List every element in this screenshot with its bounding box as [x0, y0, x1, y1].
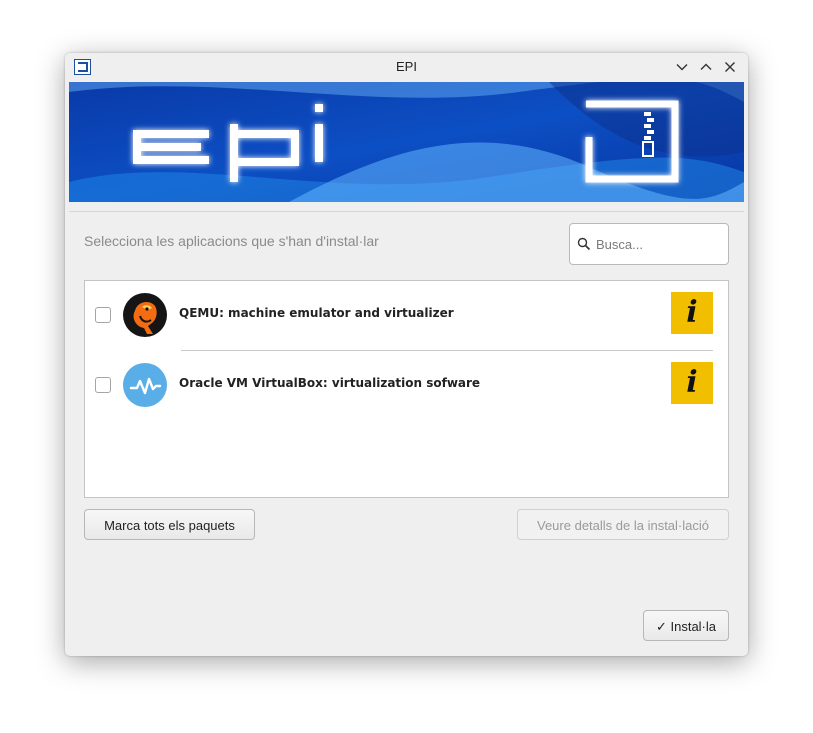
- list-item[interactable]: Oracle VM VirtualBox: virtualization sof…: [85, 355, 728, 415]
- mark-all-button[interactable]: Marca tots els paquets: [84, 509, 255, 540]
- info-button[interactable]: i: [671, 362, 713, 404]
- close-icon: [725, 62, 735, 72]
- qemu-logo-icon: [123, 293, 167, 337]
- title-bar[interactable]: EPI: [65, 53, 748, 81]
- install-button[interactable]: ✓ Instal·la: [643, 610, 729, 641]
- package-name: QEMU: machine emulator and virtualizer: [179, 306, 454, 320]
- search-icon: [577, 237, 591, 251]
- info-icon: i: [686, 295, 698, 330]
- minimize-button[interactable]: [674, 59, 690, 75]
- package-checkbox[interactable]: [95, 377, 111, 393]
- package-list[interactable]: QEMU: machine emulator and virtualizer i…: [84, 280, 729, 498]
- item-divider: [181, 350, 713, 351]
- package-name: Oracle VM VirtualBox: virtualization sof…: [179, 376, 481, 390]
- epi-window: EPI Selecciona les aplicacions que s'han…: [65, 53, 748, 656]
- details-button[interactable]: Veure detalls de la instal·lació: [517, 509, 729, 540]
- search-box[interactable]: [569, 223, 729, 265]
- maximize-button[interactable]: [698, 59, 714, 75]
- minimize-icon: [676, 64, 688, 71]
- select-prompt: Selecciona les aplicacions que s'han d'i…: [84, 233, 379, 249]
- search-input[interactable]: [596, 233, 720, 255]
- banner-separator: [69, 211, 744, 212]
- virtualbox-logo-icon: [123, 363, 167, 407]
- window-title: EPI: [396, 59, 417, 74]
- info-button[interactable]: i: [671, 292, 713, 334]
- close-button[interactable]: [722, 59, 738, 75]
- maximize-icon: [700, 63, 712, 70]
- epi-banner-graphic: [69, 82, 744, 202]
- epi-banner: [69, 82, 744, 202]
- package-checkbox[interactable]: [95, 307, 111, 323]
- list-item[interactable]: QEMU: machine emulator and virtualizer i: [85, 285, 728, 345]
- info-icon: i: [686, 365, 698, 400]
